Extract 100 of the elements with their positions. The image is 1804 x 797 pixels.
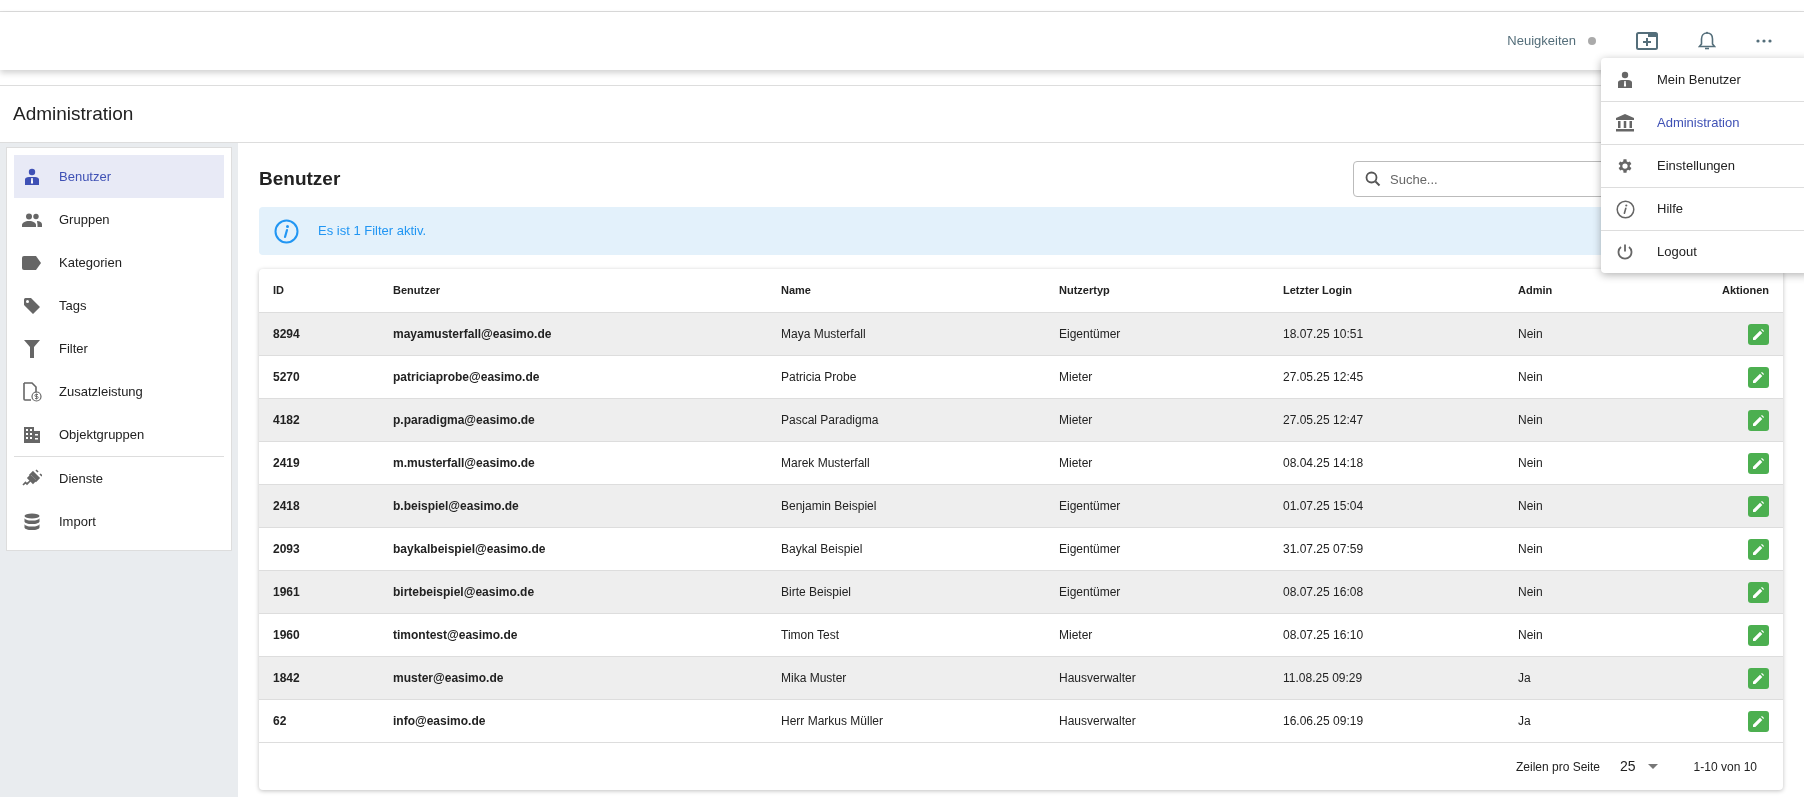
label-icon bbox=[22, 255, 42, 270]
table-cell-text: Timon Test bbox=[781, 627, 840, 644]
table-cell-text: mayamusterfall@easimo.de bbox=[393, 326, 552, 343]
sidebar-item[interactable]: Dienste bbox=[14, 457, 224, 500]
power-icon bbox=[1616, 243, 1634, 261]
edit-button[interactable] bbox=[1748, 667, 1769, 689]
table-cell-text: 2419 bbox=[273, 455, 300, 472]
table-cell-text: baykalbeispiel@easimo.de bbox=[393, 541, 546, 558]
bell-icon[interactable] bbox=[1698, 31, 1716, 51]
edit-button[interactable] bbox=[1748, 710, 1769, 732]
table-cell-text: Eigentümer bbox=[1059, 326, 1121, 343]
table-cell-text: Nein bbox=[1518, 584, 1543, 601]
edit-button[interactable] bbox=[1748, 495, 1769, 517]
table-cell-text: 08.04.25 14:18 bbox=[1283, 455, 1364, 472]
table-cell-text: Nein bbox=[1518, 455, 1543, 472]
table-cell-text: info@easimo.de bbox=[393, 713, 486, 730]
filter-icon bbox=[24, 339, 40, 358]
table-cell-text: 18.07.25 10:51 bbox=[1283, 326, 1364, 343]
edit-button[interactable] bbox=[1748, 409, 1769, 431]
caret-icon bbox=[1647, 764, 1658, 769]
edit-button[interactable] bbox=[1748, 581, 1769, 603]
table-cell-text: muster@easimo.de bbox=[393, 670, 504, 687]
pencil-icon bbox=[1753, 500, 1764, 512]
menu-item[interactable]: Administration bbox=[1601, 101, 1804, 144]
document-coin-icon bbox=[22, 381, 42, 402]
table-cell-text: 08.07.25 16:10 bbox=[1283, 627, 1364, 644]
news-link[interactable]: Neuigkeiten bbox=[1507, 31, 1576, 51]
people-icon bbox=[22, 212, 42, 227]
page-range: 1-10 von 10 bbox=[1693, 758, 1757, 776]
table-cell-text: Patricia Probe bbox=[781, 369, 857, 386]
table-cell-text: 11.08.25 09:29 bbox=[1283, 670, 1363, 687]
pencil-icon bbox=[1753, 543, 1764, 555]
table-cell-text: Nein bbox=[1518, 369, 1543, 386]
table-cell-text: p.paradigma@easimo.de bbox=[393, 412, 535, 429]
edit-button[interactable] bbox=[1748, 366, 1769, 388]
column-header: Name bbox=[781, 283, 811, 299]
column-header: Admin bbox=[1518, 283, 1553, 299]
table-cell-text: Eigentümer bbox=[1059, 541, 1121, 558]
sidebar-item[interactable]: Import bbox=[14, 500, 224, 543]
menu-item[interactable]: Mein Benutzer bbox=[1601, 58, 1804, 101]
pencil-icon bbox=[1753, 328, 1764, 340]
table-cell-text: 08.07.25 16:08 bbox=[1283, 584, 1364, 601]
table-cell-text: Eigentümer bbox=[1059, 498, 1121, 515]
table-cell-text: 01.07.25 15:04 bbox=[1283, 498, 1364, 515]
table-cell-text: m.musterfall@easimo.de bbox=[393, 455, 535, 472]
edit-button[interactable] bbox=[1748, 323, 1769, 345]
sidebar-item[interactable]: Tags bbox=[14, 284, 224, 327]
table-cell-text: 4182 bbox=[273, 412, 300, 429]
add-window-icon[interactable] bbox=[1636, 32, 1658, 50]
table-cell-text: 31.07.25 07:59 bbox=[1283, 541, 1364, 558]
table-cell-text: Birte Beispiel bbox=[781, 584, 852, 601]
table-cell-text: birtebeispiel@easimo.de bbox=[393, 584, 535, 601]
tag-icon bbox=[23, 296, 41, 315]
info-icon bbox=[1615, 199, 1635, 219]
table-cell-text: patriciaprobe@easimo.de bbox=[393, 369, 540, 386]
search-icon bbox=[1365, 171, 1381, 187]
edit-button[interactable] bbox=[1748, 538, 1769, 560]
edit-button[interactable] bbox=[1748, 452, 1769, 474]
table-cell-text: 5270 bbox=[273, 369, 300, 386]
pencil-icon bbox=[1753, 715, 1764, 727]
table-cell-text: Benjamin Beispiel bbox=[781, 498, 877, 515]
table-cell-text: Herr Markus Müller bbox=[781, 713, 883, 730]
rows-per-page-label: Zeilen pro Seite bbox=[1516, 758, 1601, 776]
pencil-icon bbox=[1753, 629, 1764, 641]
database-icon bbox=[24, 512, 40, 531]
sidebar-item[interactable]: Benutzer bbox=[14, 155, 224, 198]
table-cell-text: Marek Musterfall bbox=[781, 455, 870, 472]
table-cell-text: Mieter bbox=[1059, 627, 1093, 644]
rows-per-page-select[interactable]: 25 bbox=[1616, 756, 1662, 777]
table-cell-text: Nein bbox=[1518, 412, 1543, 429]
table-cell-text: Nein bbox=[1518, 541, 1543, 558]
filter-message: Es ist 1 Filter aktiv. bbox=[318, 222, 427, 241]
pencil-icon bbox=[1753, 414, 1764, 426]
sidebar-item[interactable]: Gruppen bbox=[14, 198, 224, 241]
table-cell-text: Pascal Paradigma bbox=[781, 412, 879, 429]
table-cell-text: 1842 bbox=[273, 670, 300, 687]
table-cell-text: Nein bbox=[1518, 627, 1543, 644]
table-cell-text: Ja bbox=[1518, 670, 1531, 687]
sidebar-item[interactable]: Zusatzleistung bbox=[14, 370, 224, 413]
table-cell-text: Hausverwalter bbox=[1059, 713, 1136, 730]
settings-icon bbox=[1616, 157, 1634, 175]
pencil-icon bbox=[1753, 586, 1764, 598]
column-header: Nutzertyp bbox=[1059, 283, 1110, 299]
pencil-icon bbox=[1753, 457, 1764, 469]
sidebar-item[interactable]: Kategorien bbox=[14, 241, 224, 284]
table-cell-text: 1961 bbox=[273, 584, 300, 601]
sidebar-item[interactable]: Objektgruppen bbox=[14, 413, 224, 456]
menu-item[interactable]: Logout bbox=[1601, 230, 1804, 273]
bank-icon bbox=[1615, 114, 1635, 132]
edit-button[interactable] bbox=[1748, 624, 1769, 646]
sidebar-item[interactable]: Filter bbox=[14, 327, 224, 370]
table-cell-text: Mieter bbox=[1059, 412, 1093, 429]
column-header: Letzter Login bbox=[1283, 283, 1353, 299]
table-cell-text: 8294 bbox=[273, 326, 300, 343]
building-icon bbox=[23, 425, 41, 444]
person-icon bbox=[23, 167, 41, 186]
table-cell-text: 1960 bbox=[273, 627, 300, 644]
table-cell-text: 27.05.25 12:45 bbox=[1283, 369, 1364, 386]
table-cell-text: b.beispiel@easimo.de bbox=[393, 498, 519, 515]
more-icon[interactable] bbox=[1756, 39, 1772, 43]
